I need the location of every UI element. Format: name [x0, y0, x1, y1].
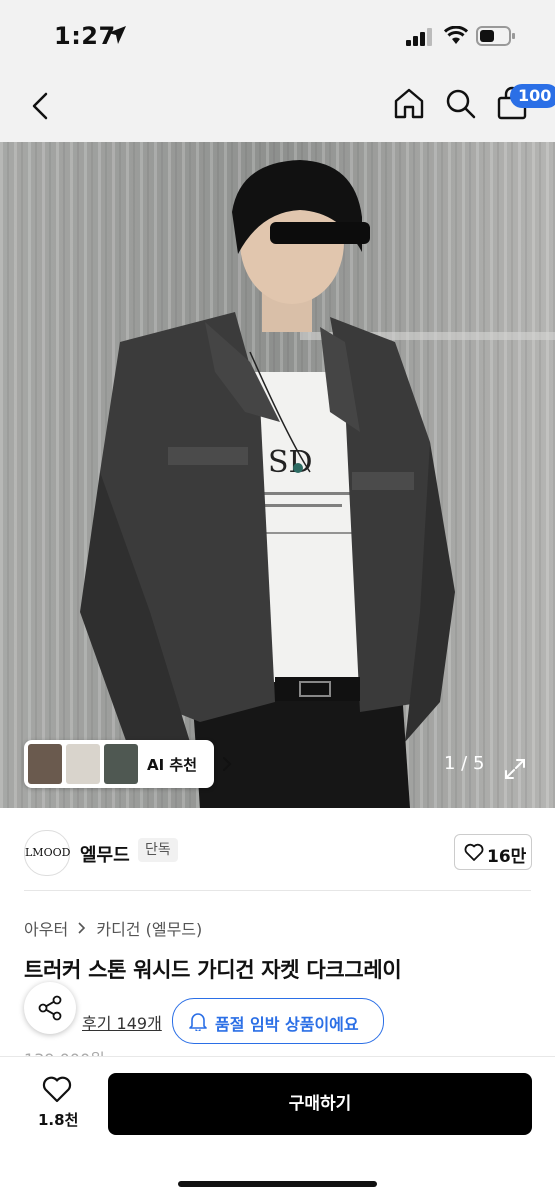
product-title: 트러커 스톤 워시드 가디건 자켓 다크그레이 [24, 958, 402, 982]
battery-icon [476, 26, 515, 46]
signal-icon [406, 28, 432, 46]
search-icon[interactable] [445, 88, 477, 120]
divider [24, 890, 531, 891]
wifi-icon [444, 26, 468, 44]
breadcrumb: 아우터 카디건 (엘무드) [24, 916, 202, 940]
chevron-right-icon [78, 922, 86, 934]
bell-icon [189, 1013, 207, 1031]
product-photo: SD [0, 142, 555, 808]
share-icon [38, 995, 62, 1021]
product-price: 139,000원 [24, 1046, 105, 1056]
product-image-gallery[interactable]: SD [0, 142, 555, 808]
restock-alert-label: 품절 임박 상품이에요 [215, 1015, 359, 1034]
ai-thumbnail-1 [28, 744, 62, 784]
brand-row: LMOOD 엘무드 단독 16만 [0, 818, 555, 888]
ai-recommendation-chip[interactable]: AI 추천 [24, 740, 232, 788]
breadcrumb-level2[interactable]: 카디건 (엘무드) [96, 920, 202, 939]
image-pager: 1 / 5 [444, 753, 485, 774]
ai-thumbnail-2 [66, 744, 100, 784]
expand-icon[interactable] [503, 757, 527, 781]
home-indicator [178, 1181, 377, 1187]
share-button[interactable] [24, 982, 76, 1034]
heart-icon [464, 843, 484, 861]
back-chevron-icon[interactable] [26, 90, 54, 122]
brand-name[interactable]: 엘무드 [80, 841, 130, 867]
brand-logo[interactable]: LMOOD [24, 830, 70, 876]
brand-like-button[interactable]: 16만 [454, 834, 532, 870]
home-icon[interactable] [392, 86, 426, 120]
svg-text:SD: SD [268, 445, 313, 480]
product-like-count: 1.8천 [38, 1111, 79, 1129]
review-link[interactable]: 후기 149개 [82, 1010, 162, 1034]
chevron-right-icon [223, 757, 232, 771]
exclusive-badge: 단독 [138, 838, 178, 862]
breadcrumb-level1[interactable]: 아우터 [24, 920, 68, 939]
cart-count-badge: 100 [510, 84, 555, 108]
bottom-action-bar: 1.8천 구매하기 [0, 1056, 555, 1201]
ai-thumbnail-3 [104, 744, 138, 784]
location-arrow-icon [108, 26, 126, 44]
status-bar: 1:27 [0, 0, 555, 72]
top-navigation: 100 [0, 72, 555, 142]
buy-button[interactable]: 구매하기 [108, 1073, 532, 1135]
heart-icon[interactable] [42, 1075, 72, 1103]
brand-like-count: 16만 [487, 847, 527, 867]
restock-alert-button[interactable]: 품절 임박 상품이에요 [172, 998, 384, 1044]
ai-recommendation-label: AI 추천 [147, 756, 198, 774]
